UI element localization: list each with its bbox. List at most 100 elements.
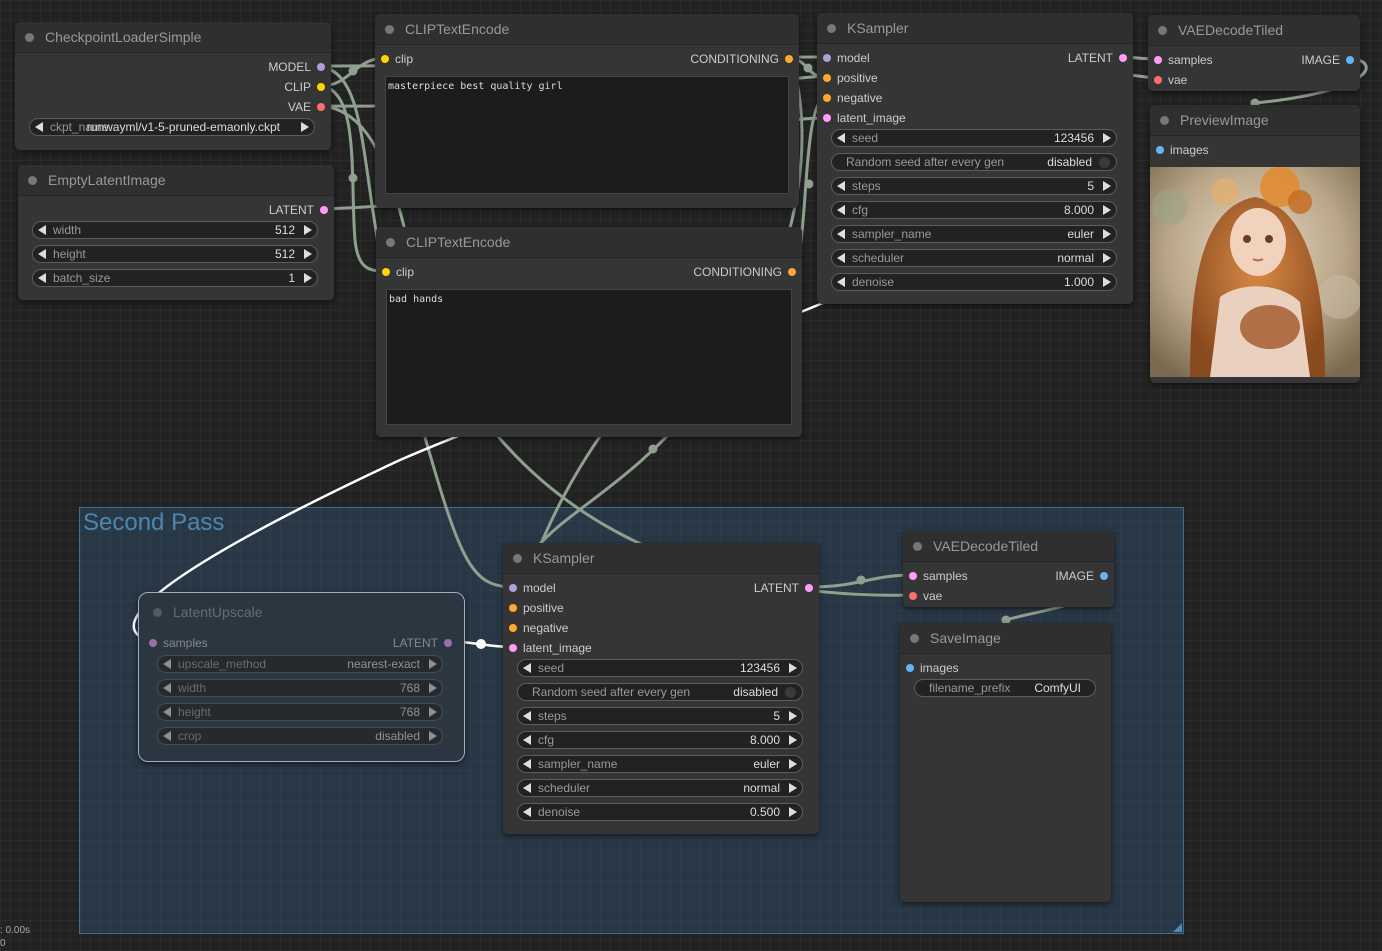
node-title[interactable]: SaveImage (900, 623, 1111, 654)
denoise-number-widget[interactable]: denoise 1.000 (831, 273, 1117, 291)
arrow-left-icon[interactable] (163, 683, 171, 693)
node-title[interactable]: VAEDecodeTiled (1148, 15, 1360, 46)
output-image[interactable]: IMAGE (1301, 53, 1354, 67)
input-clip[interactable]: clip (382, 265, 414, 279)
node-vae-decode-tiled-first[interactable]: VAEDecodeTiled samples vae IMAGE (1148, 15, 1360, 91)
arrow-left-icon[interactable] (837, 205, 845, 215)
output-vae[interactable]: VAE (288, 100, 325, 114)
input-dot-icon[interactable] (381, 55, 389, 63)
cfg-number-widget[interactable]: cfg 8.000 (517, 731, 803, 749)
node-checkpoint-loader[interactable]: CheckpointLoaderSimple MODEL CLIP VAE ck… (15, 22, 331, 150)
output-dot-icon[interactable] (317, 63, 325, 71)
arrow-left-icon[interactable] (837, 229, 845, 239)
collapse-dot-icon[interactable] (513, 554, 522, 563)
input-model[interactable]: model (823, 51, 870, 65)
collapse-dot-icon[interactable] (1160, 116, 1169, 125)
arrow-right-icon[interactable] (429, 659, 437, 669)
arrow-right-icon[interactable] (789, 711, 797, 721)
collapse-dot-icon[interactable] (28, 176, 37, 185)
node-ksampler-first-pass[interactable]: KSampler model positive negative latent_… (817, 13, 1133, 304)
arrow-left-icon[interactable] (523, 663, 531, 673)
arrow-left-icon[interactable] (837, 253, 845, 263)
output-conditioning[interactable]: CONDITIONING (693, 265, 796, 279)
width-number-widget[interactable]: width 768 (157, 679, 443, 697)
arrow-right-icon[interactable] (789, 759, 797, 769)
scheduler-combo[interactable]: scheduler normal (517, 779, 803, 797)
output-dot-icon[interactable] (785, 55, 793, 63)
steps-number-widget[interactable]: steps 5 (517, 707, 803, 725)
arrow-right-icon[interactable] (429, 683, 437, 693)
input-dot-icon[interactable] (149, 639, 157, 647)
height-number-widget[interactable]: height 512 (32, 245, 318, 263)
arrow-left-icon[interactable] (38, 225, 46, 235)
output-latent[interactable]: LATENT (393, 636, 452, 650)
ckpt-name-combo[interactable]: ckpt_name runwayml/v1-5-pruned-emaonly.c… (29, 118, 315, 136)
sampler-name-combo[interactable]: sampler_name euler (831, 225, 1117, 243)
input-dot-icon[interactable] (823, 74, 831, 82)
filename-prefix-input[interactable]: filename_prefix ComfyUI (914, 679, 1096, 697)
collapse-dot-icon[interactable] (913, 542, 922, 551)
output-dot-icon[interactable] (1100, 572, 1108, 580)
input-dot-icon[interactable] (906, 664, 914, 672)
arrow-right-icon[interactable] (1103, 205, 1111, 215)
node-title[interactable]: VAEDecodeTiled (903, 531, 1114, 562)
node-title[interactable]: CLIPTextEncode (376, 227, 802, 258)
input-dot-icon[interactable] (909, 572, 917, 580)
input-positive[interactable]: positive (509, 601, 564, 615)
arrow-left-icon[interactable] (523, 735, 531, 745)
node-clip-text-encode-positive[interactable]: CLIPTextEncode clip CONDITIONING masterp… (375, 14, 799, 208)
arrow-right-icon[interactable] (429, 707, 437, 717)
input-dot-icon[interactable] (1154, 76, 1162, 84)
seed-number-widget[interactable]: seed 123456 (517, 659, 803, 677)
node-vae-decode-tiled-second[interactable]: VAEDecodeTiled samples vae IMAGE (903, 531, 1114, 607)
collapse-dot-icon[interactable] (827, 24, 836, 33)
node-title[interactable]: CLIPTextEncode (375, 14, 799, 45)
output-clip[interactable]: CLIP (284, 80, 325, 94)
node-ksampler-second-pass[interactable]: KSampler model positive negative latent_… (503, 543, 819, 834)
arrow-right-icon[interactable] (304, 273, 312, 283)
arrow-right-icon[interactable] (789, 663, 797, 673)
batch-size-number-widget[interactable]: batch_size 1 (32, 269, 318, 287)
arrow-right-icon[interactable] (789, 735, 797, 745)
sampler-name-combo[interactable]: sampler_name euler (517, 755, 803, 773)
arrow-left-icon[interactable] (837, 133, 845, 143)
input-latent-image[interactable]: latent_image (823, 111, 906, 125)
output-model[interactable]: MODEL (268, 60, 325, 74)
denoise-number-widget[interactable]: denoise 0.500 (517, 803, 803, 821)
input-images[interactable]: images (1156, 143, 1209, 157)
output-latent[interactable]: LATENT (754, 581, 813, 595)
arrow-right-icon[interactable] (1103, 133, 1111, 143)
node-title[interactable]: CheckpointLoaderSimple (15, 22, 331, 53)
random-seed-toggle[interactable]: Random seed after every gen disabled (517, 683, 803, 701)
scheduler-combo[interactable]: scheduler normal (831, 249, 1117, 267)
toggle-knob-icon[interactable] (1099, 157, 1110, 168)
collapse-dot-icon[interactable] (386, 238, 395, 247)
output-dot-icon[interactable] (1119, 54, 1127, 62)
node-title[interactable]: LatentUpscale (143, 597, 464, 627)
arrow-right-icon[interactable] (1103, 181, 1111, 191)
output-dot-icon[interactable] (444, 639, 452, 647)
prompt-textarea[interactable]: bad hands (386, 289, 792, 425)
input-samples[interactable]: samples (909, 569, 968, 583)
output-dot-icon[interactable] (317, 103, 325, 111)
preview-image-output[interactable] (1150, 167, 1360, 377)
arrow-right-icon[interactable] (789, 783, 797, 793)
node-title[interactable]: PreviewImage (1150, 105, 1360, 136)
input-positive[interactable]: positive (823, 71, 878, 85)
input-samples[interactable]: samples (1154, 53, 1213, 67)
output-dot-icon[interactable] (317, 83, 325, 91)
arrow-left-icon[interactable] (38, 249, 46, 259)
input-dot-icon[interactable] (909, 592, 917, 600)
node-title[interactable]: KSampler (817, 13, 1133, 44)
input-dot-icon[interactable] (509, 624, 517, 632)
input-negative[interactable]: negative (823, 91, 882, 105)
input-vae[interactable]: vae (1154, 73, 1187, 87)
cfg-number-widget[interactable]: cfg 8.000 (831, 201, 1117, 219)
collapse-dot-icon[interactable] (1158, 26, 1167, 35)
node-empty-latent[interactable]: EmptyLatentImage LATENT width 512 height 5… (18, 165, 334, 300)
output-dot-icon[interactable] (805, 584, 813, 592)
arrow-right-icon[interactable] (304, 225, 312, 235)
node-latent-upscale[interactable]: LatentUpscale samples LATENT upscale_met… (138, 592, 465, 762)
collapse-dot-icon[interactable] (910, 634, 919, 643)
input-dot-icon[interactable] (509, 584, 517, 592)
